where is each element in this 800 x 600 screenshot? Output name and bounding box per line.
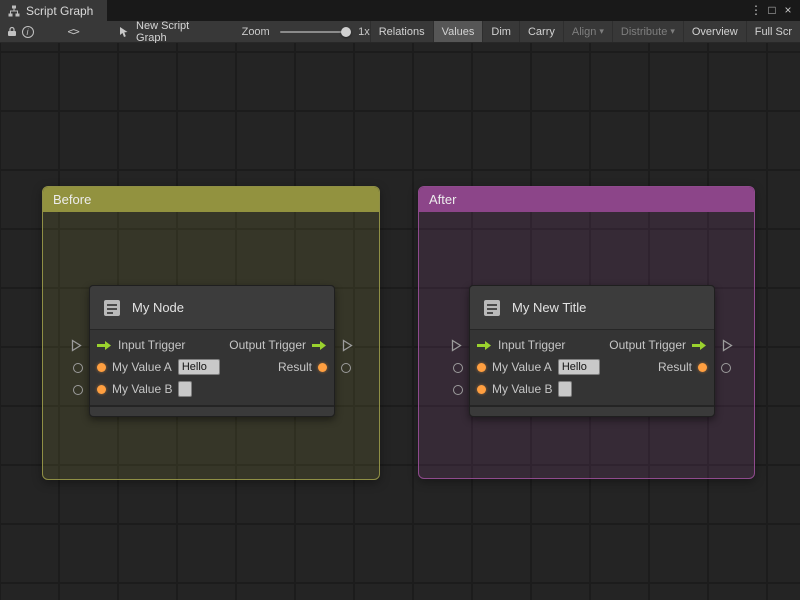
- values-button[interactable]: Values: [432, 21, 483, 42]
- flow-input-icon[interactable]: [477, 340, 492, 351]
- group-header-after[interactable]: After: [419, 187, 754, 212]
- port-row-value-b: My Value B: [90, 378, 334, 400]
- flow-output-icon[interactable]: [312, 340, 327, 351]
- node-my-node[interactable]: My Node Input Trigger Output Trigger My …: [71, 285, 353, 417]
- port-row-value-b: My Value B: [470, 378, 714, 400]
- unit-icon: [101, 297, 123, 319]
- value-port-icon[interactable]: [698, 362, 707, 372]
- port-label: My Value A: [492, 360, 552, 374]
- external-value-port[interactable]: [453, 385, 463, 395]
- chevron-down-icon: ▾: [599, 26, 604, 36]
- script-graph-window: Script Graph ⋮ □ × i <> New Script Graph…: [0, 0, 800, 600]
- port-row-flow: Input Trigger Output Trigger: [470, 334, 714, 356]
- value-b-input[interactable]: [558, 381, 573, 397]
- value-b-input[interactable]: [178, 381, 193, 397]
- tab-title: Script Graph: [26, 3, 94, 18]
- distribute-button[interactable]: Distribute ▾: [611, 21, 683, 42]
- group-before[interactable]: Before My Node Input Trigger Output Trig…: [42, 186, 380, 480]
- value-a-input[interactable]: [177, 359, 220, 375]
- group-header-before[interactable]: Before: [43, 187, 379, 212]
- node-title: My Node: [132, 300, 185, 315]
- port-label: Output Trigger: [229, 338, 306, 352]
- port-row-value-a: My Value A Result: [90, 356, 334, 378]
- tab-bar: Script Graph ⋮ □ ×: [0, 0, 800, 21]
- external-value-port[interactable]: [73, 363, 83, 373]
- graph-name-label[interactable]: New Script Graph: [136, 20, 212, 44]
- value-port-icon[interactable]: [477, 362, 486, 372]
- external-flow-output-port[interactable]: [342, 339, 353, 352]
- external-flow-input-port[interactable]: [451, 339, 462, 352]
- node-footer: [90, 405, 334, 416]
- fullscreen-button[interactable]: Full Scr: [745, 21, 800, 42]
- flow-output-icon[interactable]: [692, 340, 707, 351]
- menu-icon[interactable]: ⋮: [748, 0, 764, 21]
- window-controls: ⋮ □ ×: [748, 0, 800, 21]
- port-label: My Value B: [112, 382, 173, 396]
- node-my-new-title[interactable]: My New Title Input Trigger Output Trigge…: [451, 285, 733, 417]
- zoom-label: Zoom: [241, 25, 270, 38]
- port-label: Result: [277, 360, 312, 374]
- port-label: Input Trigger: [118, 338, 186, 352]
- external-flow-input-port[interactable]: [71, 339, 82, 352]
- group-title: After: [429, 192, 457, 207]
- dim-button[interactable]: Dim: [482, 21, 519, 42]
- group-title: Before: [53, 192, 92, 207]
- maximize-icon[interactable]: □: [764, 0, 780, 21]
- port-label: My Value B: [492, 382, 553, 396]
- external-value-port[interactable]: [341, 363, 351, 373]
- port-label: My Value A: [112, 360, 172, 374]
- node-header[interactable]: My New Title: [470, 286, 714, 330]
- group-after[interactable]: After My New Title Input Trigger Output …: [418, 186, 755, 479]
- external-value-port[interactable]: [721, 363, 731, 373]
- port-label: Output Trigger: [609, 338, 686, 352]
- node-title: My New Title: [512, 300, 587, 315]
- value-port-icon[interactable]: [477, 384, 486, 394]
- relations-button[interactable]: Relations: [369, 21, 433, 42]
- close-icon[interactable]: ×: [780, 0, 796, 21]
- zoom-value: 1x: [358, 25, 370, 38]
- port-label: Input Trigger: [498, 338, 566, 352]
- lock-icon[interactable]: [4, 21, 20, 42]
- graph-canvas[interactable]: Before My Node Input Trigger Output Trig…: [0, 43, 800, 600]
- external-value-port[interactable]: [73, 385, 83, 395]
- value-a-input[interactable]: [557, 359, 600, 375]
- node-footer: [470, 405, 714, 416]
- graph-toolbar: i <> New Script Graph Zoom 1x Relations …: [0, 20, 800, 44]
- value-port-icon[interactable]: [97, 362, 106, 372]
- node-header[interactable]: My Node: [90, 286, 334, 330]
- value-port-icon[interactable]: [318, 362, 327, 372]
- graph-pointer-icon: [119, 26, 130, 38]
- unit-icon: [481, 297, 503, 319]
- tab-script-graph[interactable]: Script Graph: [0, 0, 108, 21]
- external-flow-output-port[interactable]: [722, 339, 733, 352]
- zoom-slider[interactable]: [279, 26, 352, 38]
- flow-input-icon[interactable]: [97, 340, 112, 351]
- port-label: Result: [657, 360, 692, 374]
- port-row-value-a: My Value A Result: [470, 356, 714, 378]
- node-body: Input Trigger Output Trigger My Value A …: [470, 330, 714, 405]
- node-body: Input Trigger Output Trigger My Value A …: [90, 330, 334, 405]
- graph-icon: [8, 5, 20, 17]
- external-value-port[interactable]: [453, 363, 463, 373]
- code-icon[interactable]: <>: [65, 21, 81, 42]
- overview-button[interactable]: Overview: [682, 21, 746, 42]
- chevron-down-icon: ▾: [670, 26, 675, 36]
- info-icon[interactable]: i: [20, 21, 36, 42]
- carry-button[interactable]: Carry: [518, 21, 563, 42]
- value-port-icon[interactable]: [97, 384, 106, 394]
- port-row-flow: Input Trigger Output Trigger: [90, 334, 334, 356]
- toolbar-buttons: Relations Values Dim Carry Align ▾ Distr…: [369, 21, 800, 42]
- zoom-slider-handle[interactable]: [341, 26, 352, 37]
- align-button[interactable]: Align ▾: [562, 21, 612, 42]
